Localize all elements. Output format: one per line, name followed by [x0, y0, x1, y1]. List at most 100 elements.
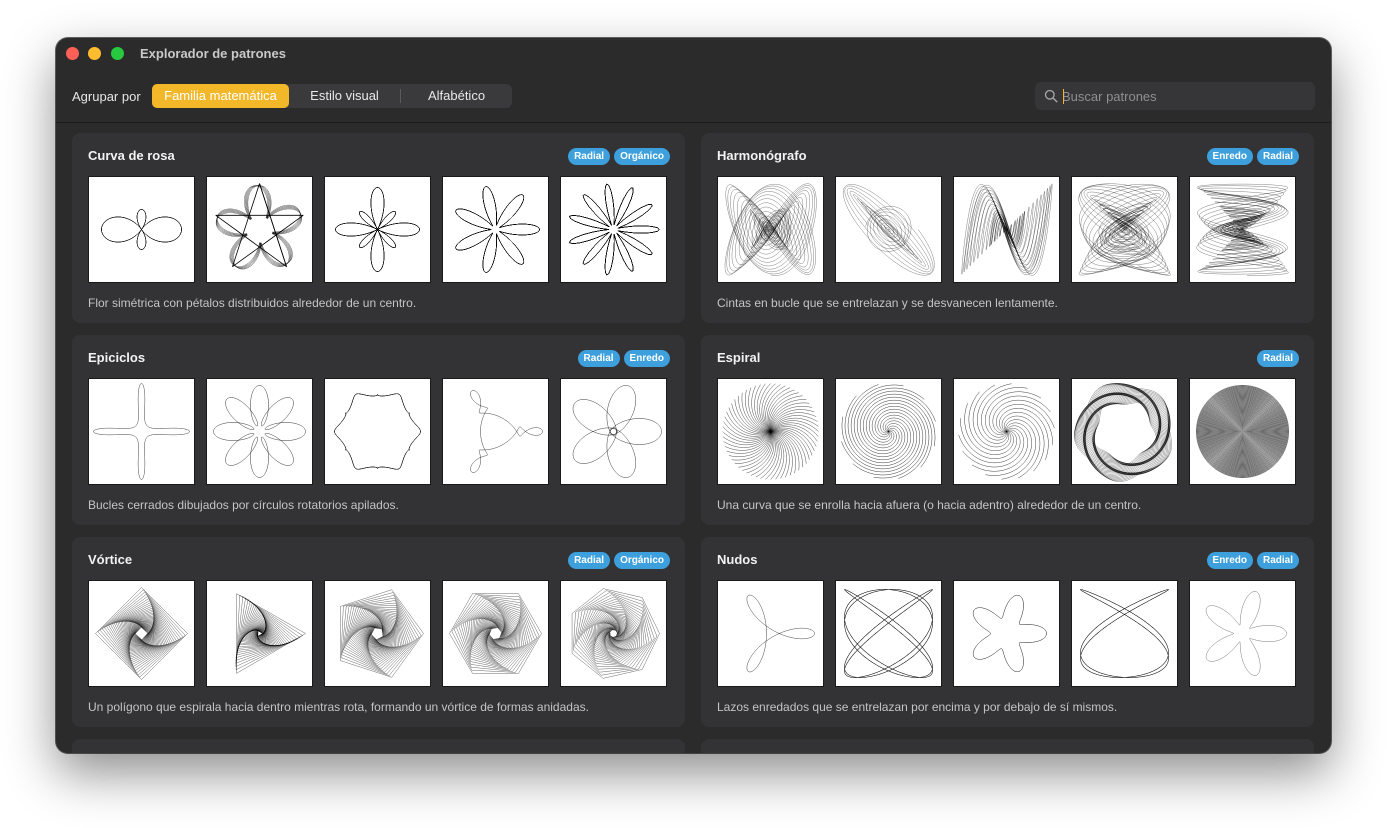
card-tags: Radial Orgánico — [568, 552, 670, 569]
card-description: Cintas en bucle que se entrelazan y se d… — [717, 296, 1058, 310]
pattern-thumbnail[interactable] — [953, 580, 1060, 687]
minimize-window-button[interactable] — [88, 47, 101, 60]
zoom-window-button[interactable] — [111, 47, 124, 60]
card-tags: Radial — [1256, 350, 1299, 367]
group-by-label: Agrupar por — [72, 89, 141, 104]
pattern-thumbnail[interactable] — [835, 378, 942, 485]
pattern-preview — [101, 209, 182, 250]
pattern-preview — [572, 385, 662, 478]
pattern-preview — [569, 183, 660, 276]
pattern-thumbnail[interactable] — [1071, 176, 1178, 283]
card-title: Harmonógrafo — [717, 148, 807, 163]
pattern-thumbnail[interactable] — [835, 176, 942, 283]
pattern-thumbnail[interactable] — [1189, 580, 1296, 687]
close-window-button[interactable] — [66, 47, 79, 60]
tag-badge[interactable]: Radial — [568, 552, 611, 569]
pattern-preview — [961, 183, 1053, 276]
pattern-card[interactable]: Curva de rosa Radial Orgánico Flor simétric… — [72, 133, 685, 323]
tag-badge[interactable]: Radial — [568, 148, 611, 165]
card-title: Epiciclos — [88, 350, 146, 365]
pattern-preview — [93, 383, 190, 480]
pattern-thumbnail[interactable] — [442, 580, 549, 687]
search-field[interactable] — [1035, 82, 1315, 110]
pattern-thumbnail[interactable] — [560, 176, 667, 283]
search-input[interactable] — [1062, 82, 1307, 110]
pattern-card[interactable]: Epiciclos Radial Enredo Bucles cerrados dib… — [72, 335, 685, 525]
pattern-thumbnail[interactable] — [324, 378, 431, 485]
tag-badge[interactable]: Orgánico — [614, 148, 670, 165]
pattern-thumbnail[interactable] — [953, 378, 1060, 485]
pattern-thumbnail[interactable] — [206, 580, 313, 687]
pattern-preview — [1205, 591, 1287, 676]
card-tags: Enredo Radial — [1206, 148, 1299, 165]
tag-badge[interactable]: Enredo — [1206, 148, 1253, 165]
pattern-thumbnail[interactable] — [324, 176, 431, 283]
pattern-thumbnail[interactable] — [88, 580, 195, 687]
pattern-card[interactable]: Vórtice Radial Orgánico Un polígono que esp… — [72, 537, 685, 727]
pattern-preview — [340, 589, 424, 678]
card-tags: Radial Orgánico — [568, 148, 670, 165]
pattern-thumbnail[interactable] — [1189, 378, 1296, 485]
search-icon — [1044, 89, 1058, 103]
card-tags: Radial Enredo — [577, 350, 670, 367]
pattern-preview — [213, 385, 306, 478]
title-bar: Explorador de patrones — [56, 38, 1331, 70]
card-description: Bucles cerrados dibujados por círculos r… — [88, 498, 399, 512]
text-caret — [1063, 89, 1064, 104]
pattern-preview — [841, 384, 936, 479]
group-by-segmented-control: Familia matemática Estilo visual Alfabét… — [152, 84, 512, 108]
pattern-thumbnail[interactable] — [1189, 176, 1296, 283]
pattern-thumbnail[interactable] — [88, 378, 195, 485]
card-description: Flor simétrica con pétalos distribuidos … — [88, 296, 417, 310]
tag-badge[interactable]: Radial — [577, 350, 620, 367]
tag-badge[interactable]: Radial — [1256, 350, 1299, 367]
pattern-thumbnail[interactable] — [560, 378, 667, 485]
pattern-thumbnail[interactable] — [206, 176, 313, 283]
app-window: Explorador de patrones Agrupar por Famil… — [56, 38, 1331, 753]
pattern-thumbnail[interactable] — [324, 580, 431, 687]
pattern-card[interactable]: Harmonógrafo Enredo Radial Cintas en bucle … — [701, 133, 1314, 323]
card-tags: Enredo Radial — [1206, 552, 1299, 569]
tag-badge[interactable]: Enredo — [623, 350, 670, 367]
card-title: Vórtice — [88, 552, 133, 567]
pattern-preview — [973, 595, 1047, 672]
thumbnail-row — [717, 176, 1296, 283]
segment-estilo-visual[interactable]: Estilo visual — [289, 84, 400, 108]
tag-badge[interactable]: Radial — [1256, 552, 1299, 569]
pattern-card[interactable]: Nudos Enredo Radial Lazos enredados que se … — [701, 537, 1314, 727]
tag-badge[interactable]: Orgánico — [614, 552, 670, 569]
pattern-thumbnail[interactable] — [835, 580, 942, 687]
pattern-preview — [335, 187, 420, 272]
pattern-thumbnail[interactable] — [1071, 580, 1178, 687]
pattern-preview — [571, 588, 660, 679]
card-title: Curva de rosa — [88, 148, 175, 163]
pattern-thumbnail[interactable] — [717, 378, 824, 485]
pattern-preview — [746, 594, 815, 673]
thumbnail-row — [717, 378, 1296, 485]
pattern-card[interactable]: Espiral Radial Una curva que se enrolla ha… — [701, 335, 1314, 525]
pattern-preview — [1074, 383, 1172, 482]
thumbnail-row — [717, 580, 1296, 687]
tag-badge[interactable]: Enredo — [1206, 552, 1253, 569]
tag-badge[interactable]: Radial — [1256, 148, 1299, 165]
card-title: Nudos — [717, 552, 758, 567]
segment-familia-matematica[interactable]: Familia matemática — [152, 84, 289, 108]
card-description: Lazos enredados que se entrelazan por en… — [717, 700, 1118, 714]
segment-alfabetico[interactable]: Alfabético — [401, 84, 512, 108]
pattern-preview — [1080, 589, 1169, 678]
pattern-preview — [334, 393, 421, 470]
pattern-preview — [470, 390, 543, 473]
pattern-card-partial — [701, 739, 1314, 753]
thumbnail-row — [88, 176, 667, 283]
pattern-thumbnail[interactable] — [717, 176, 824, 283]
pattern-preview — [235, 593, 306, 674]
pattern-thumbnail[interactable] — [1071, 378, 1178, 485]
pattern-thumbnail[interactable] — [717, 580, 824, 687]
pattern-thumbnail[interactable] — [953, 176, 1060, 283]
pattern-thumbnail[interactable] — [442, 378, 549, 485]
pattern-thumbnail[interactable] — [206, 378, 313, 485]
pattern-preview — [958, 383, 1055, 480]
pattern-thumbnail[interactable] — [442, 176, 549, 283]
pattern-thumbnail[interactable] — [560, 580, 667, 687]
pattern-thumbnail[interactable] — [88, 176, 195, 283]
